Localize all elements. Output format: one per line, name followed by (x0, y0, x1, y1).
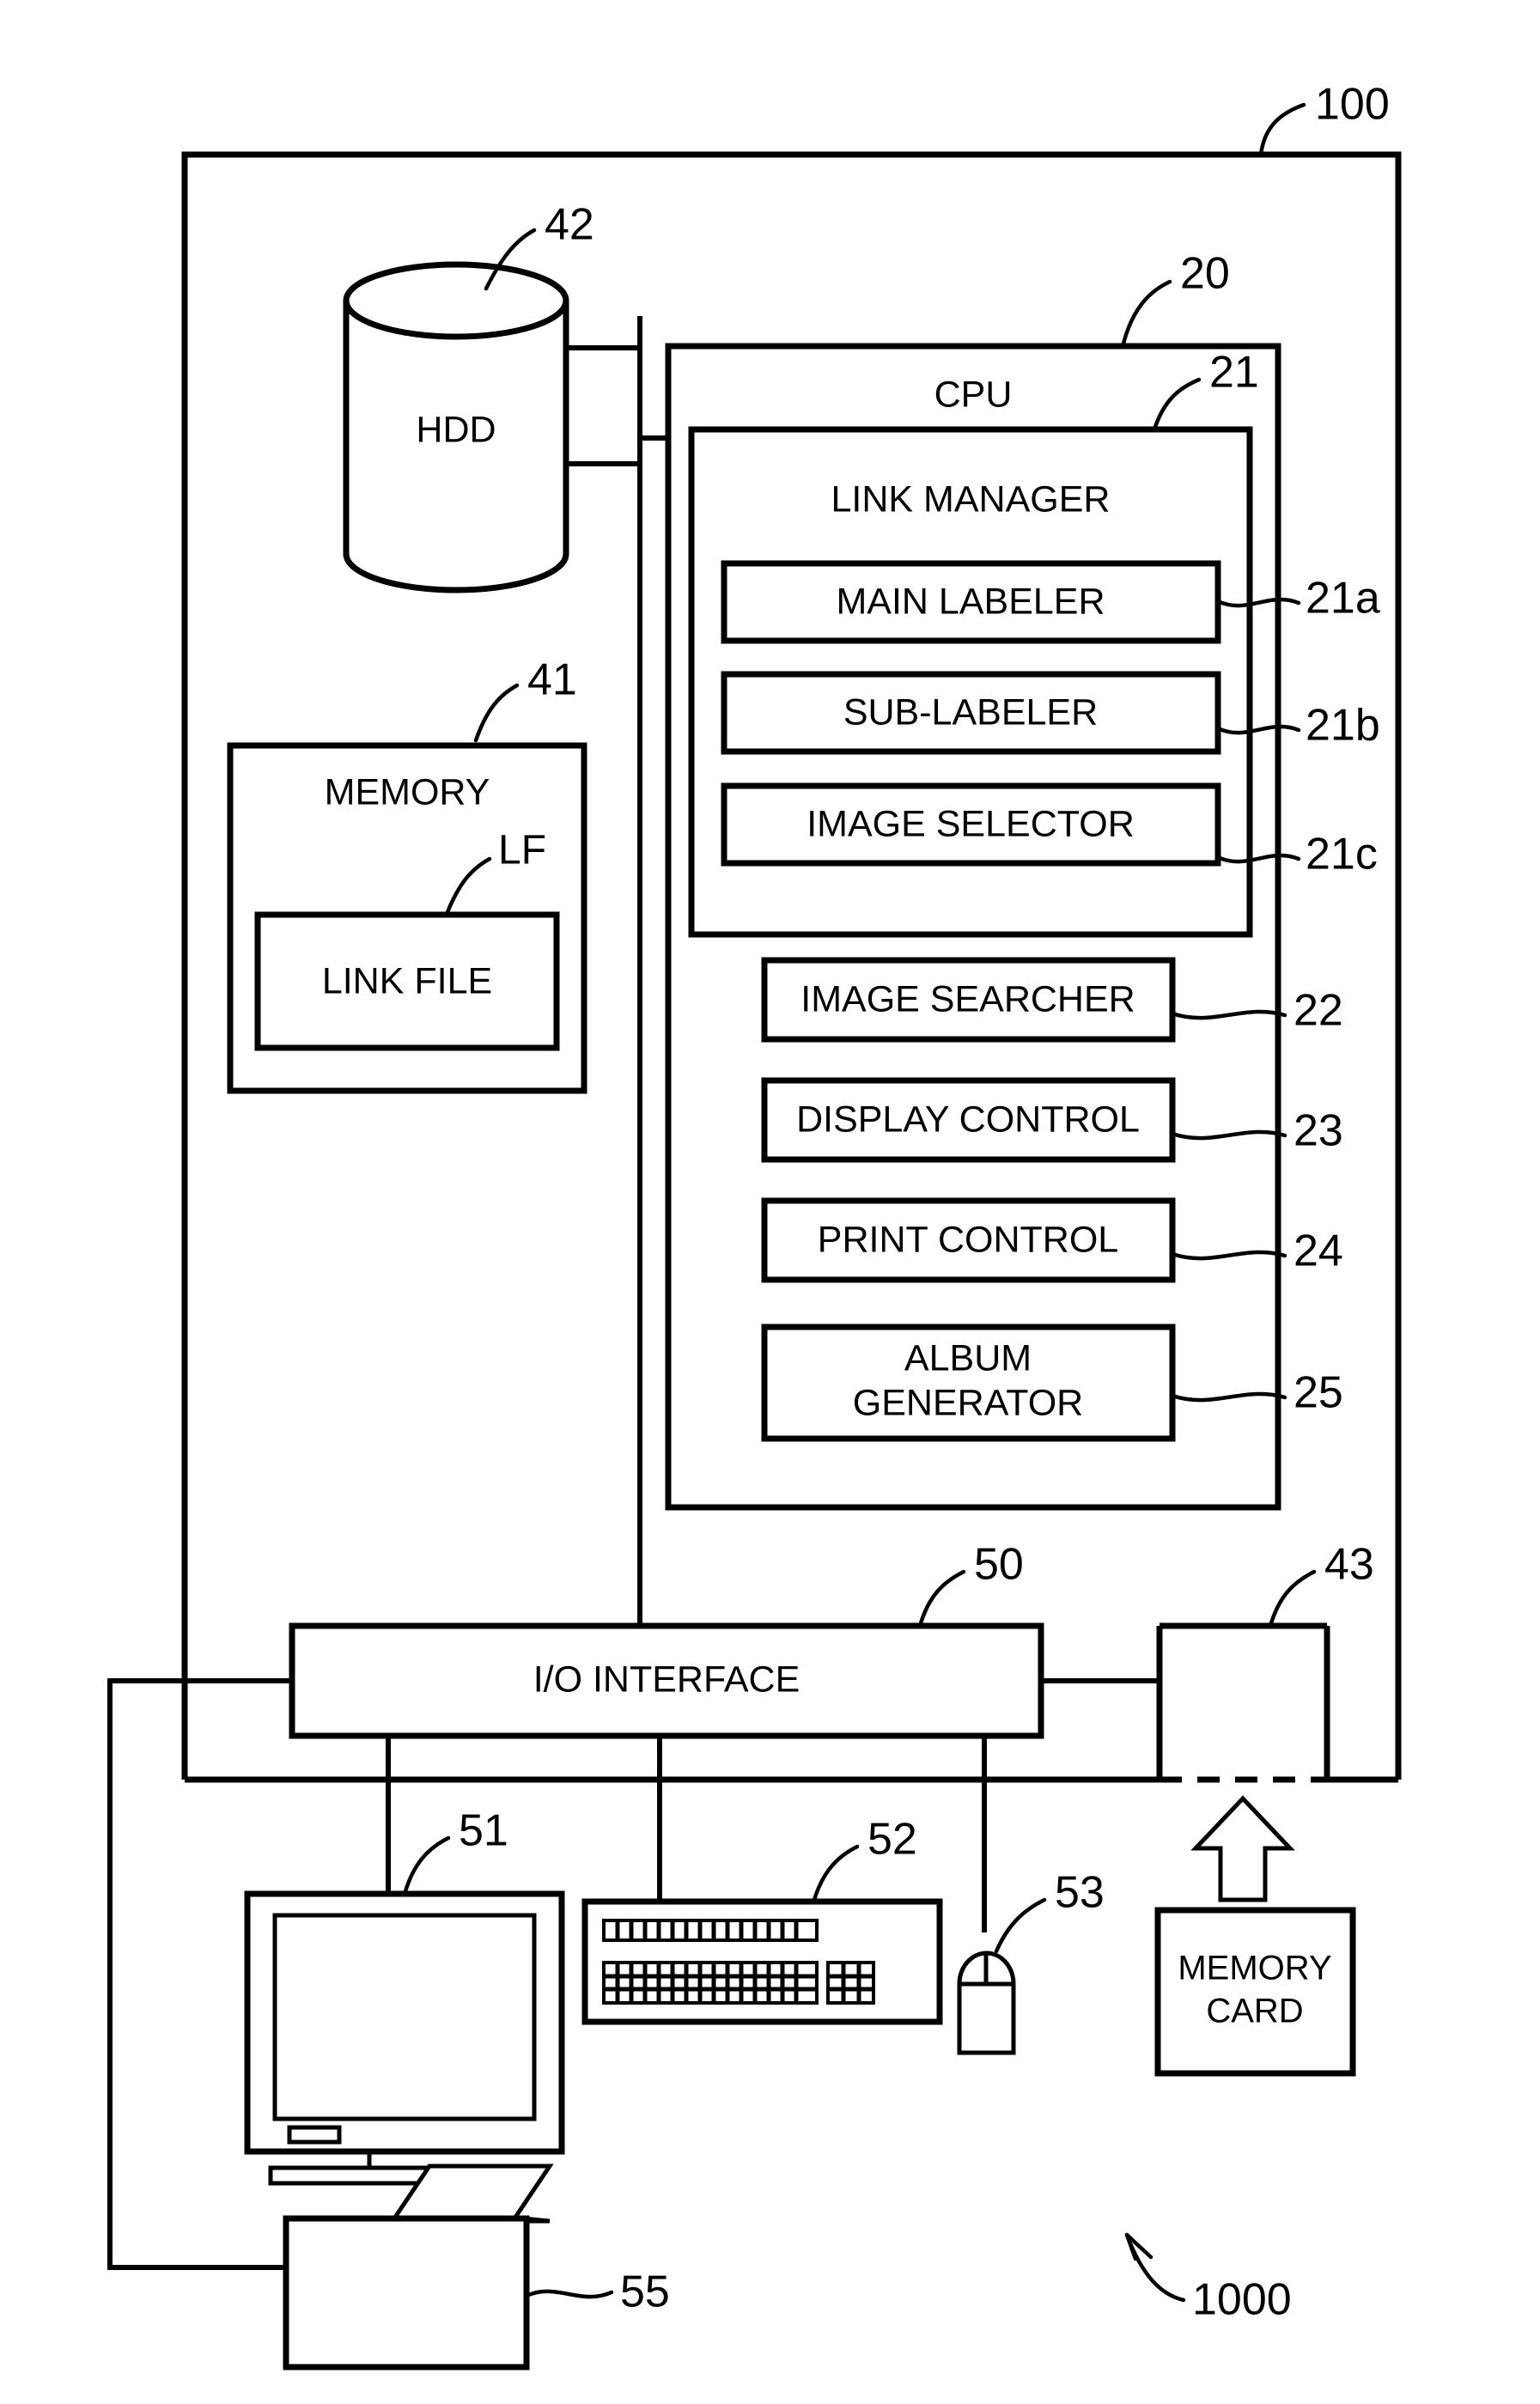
monitor-device (244, 1890, 565, 2186)
io-interface-label: I/O INTERFACE (533, 1658, 800, 1700)
main-labeler-label: MAIN LABELER (836, 581, 1105, 622)
keyboard-leader (812, 1844, 860, 1902)
link-file-ref-label: LF (498, 828, 546, 873)
printer-ref-label: 55 (620, 2267, 670, 2317)
card-slot-leader (1269, 1569, 1317, 1626)
main-labeler-ref-label: 21a (1306, 574, 1380, 624)
keyboard-keypad (826, 1961, 875, 2005)
printer-device (283, 2164, 554, 2371)
link-manager-label: LINK MANAGER (831, 478, 1111, 520)
sub-labeler-label: SUB-LABELER (843, 691, 1098, 733)
memory-label: MEMORY (325, 771, 490, 812)
enclosure-leader (1258, 102, 1306, 157)
display-control-label: DISPLAY CONTROL (796, 1099, 1140, 1140)
image-selector-label: IMAGE SELECTOR (807, 803, 1135, 844)
link-file-label: LINK FILE (322, 960, 492, 1001)
card-slot-block (1156, 1622, 1330, 1780)
image-selector-ref-label: 21c (1306, 830, 1378, 879)
cpu-ref-label: 20 (1180, 249, 1230, 299)
hdd-label: HDD (416, 409, 496, 450)
memory-ref-label: 41 (527, 655, 577, 705)
keyboard-function-row (602, 1919, 819, 1942)
system-ref-arrow-icon (1124, 2232, 1186, 2303)
sub-labeler-ref-label: 21b (1306, 701, 1380, 751)
mouse-device (957, 1951, 1016, 2055)
monitor-ref-label: 51 (459, 1806, 508, 1856)
cpu-leader (1121, 279, 1172, 346)
print-control-ref-label: 24 (1293, 1226, 1343, 1276)
album-generator-label-line1: ALBUM (904, 1337, 1032, 1378)
image-searcher-label: IMAGE SEARCHER (800, 978, 1135, 1019)
card-slot-ref-label: 43 (1324, 1540, 1374, 1590)
system-ref-label: 1000 (1192, 2275, 1292, 2325)
card-insert-arrow-icon (1190, 1795, 1295, 1902)
keyboard-ref-label: 52 (867, 1815, 917, 1865)
io-interface-leader (918, 1569, 966, 1626)
io-interface-ref-label: 50 (974, 1540, 1024, 1590)
mouse-leader (994, 1897, 1047, 1954)
keyboard-main-keys (602, 1961, 819, 2005)
memory-card-label-line1: MEMORY (1178, 1950, 1331, 1987)
hdd-ref-label: 42 (545, 200, 594, 250)
link-manager-ref-label: 21 (1209, 348, 1259, 398)
enclosure-ref-label: 100 (1315, 80, 1390, 130)
monitor-leader (403, 1835, 451, 1894)
memory-leader (473, 683, 520, 743)
figure-canvas: 100 HDD 42 MEMORY 41 LINK FILE LF CPU 20… (0, 0, 1540, 2404)
image-searcher-ref-label: 22 (1293, 986, 1343, 1036)
print-control-label: PRINT CONTROL (818, 1219, 1118, 1260)
cpu-label: CPU (934, 374, 1013, 415)
memory-card-label-line2: CARD (1206, 1993, 1303, 2030)
display-control-ref-label: 23 (1293, 1106, 1343, 1156)
album-generator-ref-label: 25 (1293, 1368, 1343, 1418)
keyboard-device (581, 1898, 943, 2025)
printer-leader (524, 2289, 614, 2299)
album-generator-label-line2: GENERATOR (853, 1382, 1083, 1423)
mouse-ref-label: 53 (1055, 1868, 1105, 1918)
